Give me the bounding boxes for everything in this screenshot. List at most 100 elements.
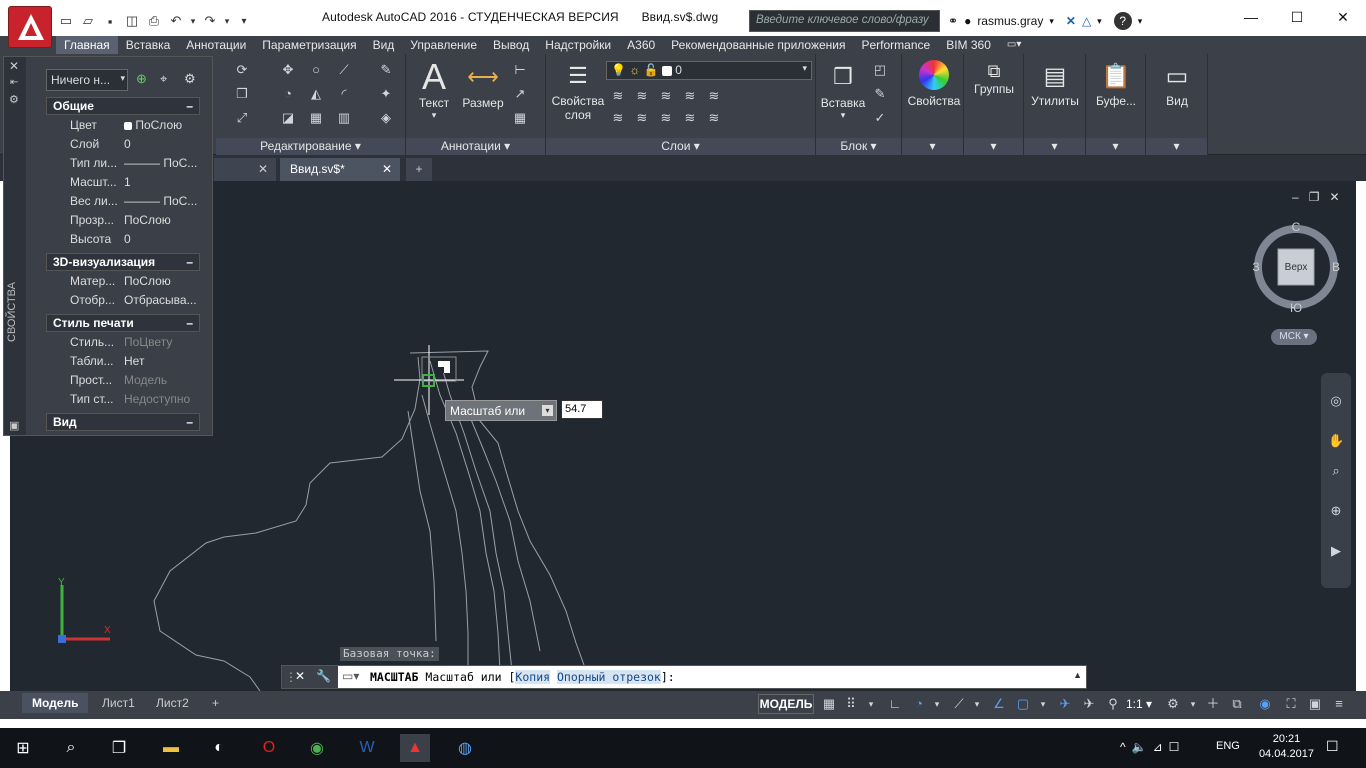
user-name[interactable]: rasmus.gray <box>977 14 1043 28</box>
undo-icon[interactable]: ↶ <box>166 11 186 31</box>
tab-parametric[interactable]: Параметризация <box>254 36 364 54</box>
layer-tool-1-icon[interactable]: ≋ <box>610 88 626 104</box>
save-icon[interactable]: ▪ <box>100 11 120 31</box>
quick-select-icon[interactable]: ⚙ <box>184 71 196 87</box>
prop-row[interactable]: Матер... ПоСлою <box>46 272 200 291</box>
annotation-visibility-icon[interactable]: ✈ <box>1056 695 1074 713</box>
taskbar-clock[interactable]: 20:21 04.04.2017 <box>1259 732 1314 762</box>
viewport-restore-icon[interactable]: ❐ <box>1309 190 1330 204</box>
tab-bim360[interactable]: BIM 360 <box>938 36 999 54</box>
layer-tool-7-icon[interactable]: ≋ <box>634 110 650 126</box>
palette-menu-icon[interactable]: ▣ <box>9 419 19 432</box>
layer-tool-10-icon[interactable]: ≋ <box>706 110 722 126</box>
toggle-pickadd-icon[interactable]: ⊕ <box>136 71 147 87</box>
tab-addins[interactable]: Надстройки <box>537 36 619 54</box>
quick-properties-icon[interactable]: ◉ <box>1256 695 1274 713</box>
table-icon[interactable]: ▦ <box>512 110 528 126</box>
tab-view[interactable]: Вид <box>365 36 403 54</box>
tab-a360[interactable]: А360 <box>619 36 663 54</box>
annotation-scale-icon[interactable]: ⚲ <box>1104 695 1122 713</box>
layer-tool-3-icon[interactable]: ≋ <box>658 88 674 104</box>
application-menu-button[interactable] <box>8 6 52 48</box>
viewcube[interactable]: Верх С Ю В З <box>1252 220 1342 320</box>
scale-icon[interactable]: ◪ <box>280 110 296 126</box>
clipboard-button[interactable]: 📋 Буфе... <box>1090 60 1142 108</box>
redo-dropdown-icon[interactable]: ▾ <box>222 11 232 31</box>
prop-row[interactable]: Высота 0 <box>46 230 200 249</box>
cancel-command-icon[interactable]: ✕ <box>295 669 305 683</box>
edit-panel-title[interactable]: Редактирование ▾ <box>216 138 405 155</box>
text-button[interactable]: A Текст ▾ <box>414 58 454 121</box>
prop-row[interactable]: Масшт... 1 <box>46 173 200 192</box>
prop-row[interactable]: Цвет ПоСлою <box>46 116 200 135</box>
properties-button[interactable]: Свойства <box>906 60 962 108</box>
prop-row[interactable]: Отобр... Отбрасыва... <box>46 291 200 310</box>
search-input[interactable]: Введите ключевое слово/фразу <box>749 10 940 32</box>
layer-properties-button[interactable]: ☰ Свойства слоя <box>550 58 606 122</box>
groups-button[interactable]: ⧉ Группы <box>968 60 1020 96</box>
utilities-button[interactable]: ▤ Утилиты <box>1028 60 1082 108</box>
tab-output[interactable]: Вывод <box>485 36 537 54</box>
user-icon[interactable]: ● <box>964 14 971 28</box>
object-snap-icon[interactable]: ▢ <box>1014 695 1032 713</box>
polar-icon[interactable]: ◔ <box>910 695 928 713</box>
help-menu-icon[interactable]: ▾ <box>1138 16 1143 27</box>
tab-manage[interactable]: Управление <box>402 36 485 54</box>
array-icon[interactable]: ▦ <box>308 110 324 126</box>
layer-tool-8-icon[interactable]: ≋ <box>658 110 674 126</box>
section-3d-visualization[interactable]: 3D-визуализация – <box>46 253 200 271</box>
layout-tab-model[interactable]: Модель <box>22 693 89 713</box>
isodraft-icon[interactable]: ⟋ <box>950 695 968 713</box>
view-panel-expand[interactable]: ▾ <box>1146 138 1207 155</box>
model-space-button[interactable]: МОДЕЛЬ <box>758 694 814 714</box>
language-indicator[interactable]: ENG <box>1216 740 1240 752</box>
doc-tab-close-icon[interactable]: ✕ <box>258 158 268 181</box>
binoculars-icon[interactable]: ⚭ <box>948 14 958 28</box>
view-button[interactable]: ▭ Вид <box>1150 60 1204 108</box>
insert-button[interactable]: ❒ Вставка ▾ <box>818 58 868 121</box>
redo-icon[interactable]: ↷ <box>200 11 220 31</box>
workspace-gear-icon[interactable]: ⚙ <box>1164 695 1182 713</box>
ucs-menu-button[interactable]: МСК ▾ <box>1271 329 1317 345</box>
dimension-button[interactable]: ⟷ Размер <box>458 58 508 110</box>
open-folder-icon[interactable]: ▱ <box>78 11 98 31</box>
layer-tool-4-icon[interactable]: ≋ <box>682 88 698 104</box>
tray-chevron-icon[interactable]: ^ <box>1120 740 1132 754</box>
option-copy[interactable]: Копия <box>515 670 551 684</box>
select-objects-icon[interactable]: ⌖ <box>160 71 167 87</box>
workspace-dropdown-icon[interactable]: ▾ <box>1184 695 1202 713</box>
command-line[interactable]: ⋮ ✕ 🔧 ▭▾ МАСШТАБ Масштаб или [Копия Опор… <box>281 665 1087 689</box>
qat-menu-icon[interactable]: ▾ <box>234 11 254 31</box>
language-icon[interactable]: ☐ <box>1169 740 1186 754</box>
prop-row[interactable]: Прост... Модель <box>46 371 200 390</box>
tab-insert[interactable]: Вставка <box>118 36 179 54</box>
tab-annotate[interactable]: Аннотации <box>178 36 254 54</box>
stretch-icon[interactable]: ⤢ <box>234 110 250 126</box>
maximize-button[interactable]: ☐ <box>1274 0 1320 34</box>
tab-featured-apps[interactable]: Рекомендованные приложения <box>663 36 853 54</box>
chrome-icon[interactable]: ◉ <box>302 734 332 762</box>
autocad-taskbar-icon[interactable]: ▲ <box>400 734 430 762</box>
prop-row[interactable]: Стиль... ПоЦвету <box>46 333 200 352</box>
tab-performance[interactable]: Performance <box>854 36 939 54</box>
layer-tool-2-icon[interactable]: ≋ <box>634 88 650 104</box>
layer-tool-5-icon[interactable]: ≋ <box>706 88 722 104</box>
network-icon[interactable]: ⊿ <box>1153 740 1169 754</box>
new-file-icon[interactable]: ▭ <box>56 11 76 31</box>
object-snap-dropdown-icon[interactable]: ▾ <box>1034 695 1052 713</box>
snap-icon[interactable]: ⠿ <box>842 695 860 713</box>
tab-home[interactable]: Главная <box>56 36 118 54</box>
auto-scale-icon[interactable]: ✈ <box>1080 695 1098 713</box>
help-dropdown-icon[interactable]: ▾ <box>1097 16 1102 27</box>
file-explorer-icon[interactable]: ▬ <box>156 734 186 762</box>
fillet-icon[interactable]: ◜ <box>336 86 352 102</box>
utilities-panel-expand[interactable]: ▾ <box>1024 138 1085 155</box>
object-snap-tracking-icon[interactable]: ∠ <box>990 695 1008 713</box>
offset-icon[interactable]: ▥ <box>336 110 352 126</box>
prop-row[interactable]: Вес ли... ——— ПоС... <box>46 192 200 211</box>
layers-panel-title[interactable]: Слои ▾ <box>546 138 815 155</box>
palette-settings-icon[interactable]: ⚙ <box>9 93 19 106</box>
taskbar-search-icon[interactable]: ⌕ <box>56 734 86 762</box>
steam-icon[interactable]: ◐ <box>204 734 234 762</box>
opera-icon[interactable]: O <box>254 734 284 762</box>
